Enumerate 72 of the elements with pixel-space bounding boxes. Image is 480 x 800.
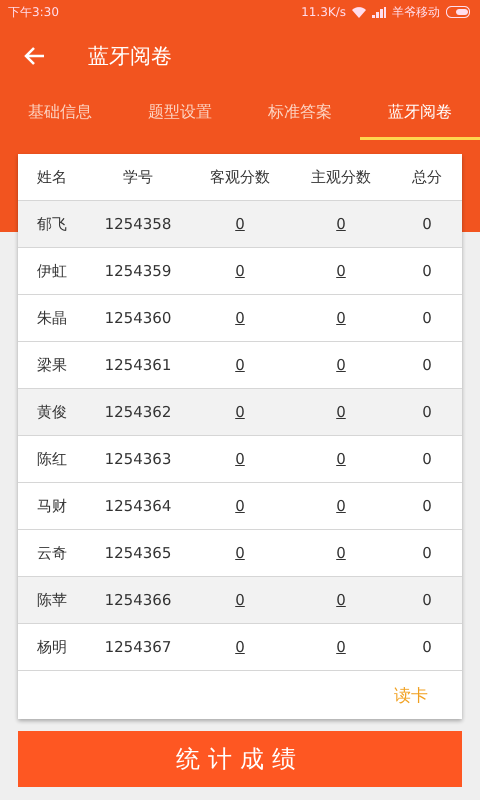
column-header: 客观分数	[209, 168, 271, 186]
total-score: 0	[421, 403, 433, 421]
student-id: 1254366	[104, 591, 172, 609]
subjective-score-link[interactable]: 0	[336, 262, 346, 280]
student-row[interactable]: 陈苹 1254366 0 0 0	[18, 577, 462, 624]
subjective-score-link[interactable]: 0	[336, 450, 346, 468]
subjective-score-link[interactable]: 0	[336, 309, 346, 327]
total-score: 0	[421, 497, 433, 515]
student-name: 朱晶	[36, 308, 68, 328]
student-name: 陈苹	[36, 590, 68, 610]
student-row[interactable]: 伊虹 1254359 0 0 0	[18, 248, 462, 295]
subjective-score-link[interactable]: 0	[336, 638, 346, 656]
objective-score-link[interactable]: 0	[235, 262, 245, 280]
student-name: 陈红	[36, 450, 68, 468]
total-score: 0	[421, 591, 433, 609]
student-id: 1254367	[104, 638, 172, 656]
student-id: 1254361	[104, 356, 172, 374]
objective-score-link[interactable]: 0	[235, 403, 245, 421]
column-header: 姓名	[36, 168, 68, 186]
battery-icon	[446, 6, 472, 18]
total-score: 0	[421, 356, 433, 374]
objective-score-link[interactable]: 0	[235, 638, 245, 656]
column-header: 主观分数	[310, 168, 372, 186]
student-id: 1254358	[104, 215, 172, 233]
page-title: 蓝牙阅卷	[88, 43, 172, 70]
carrier-name: 羊爷移动	[392, 4, 440, 20]
student-id: 1254360	[104, 309, 172, 327]
student-name: 云奇	[36, 544, 68, 562]
network-speed: 11.3K/s	[301, 5, 346, 19]
total-score: 0	[421, 638, 433, 656]
objective-score-link[interactable]: 0	[235, 497, 245, 515]
student-name: 黄俊	[36, 402, 68, 422]
student-name: 郁飞	[36, 214, 68, 234]
subjective-score-link[interactable]: 0	[336, 497, 346, 515]
subjective-score-link[interactable]: 0	[336, 356, 346, 374]
student-row[interactable]: 朱晶 1254360 0 0 0	[18, 295, 462, 342]
total-score: 0	[421, 262, 433, 280]
objective-score-link[interactable]: 0	[235, 356, 245, 374]
student-row[interactable]: 云奇 1254365 0 0 0	[18, 530, 462, 577]
student-row[interactable]: 马财 1254364 0 0 0	[18, 483, 462, 530]
student-name: 梁果	[36, 356, 68, 374]
status-time: 下午3:30	[8, 4, 59, 20]
total-score: 0	[421, 544, 433, 562]
objective-score-link[interactable]: 0	[235, 215, 245, 233]
total-score: 0	[421, 309, 433, 327]
student-name: 伊虹	[36, 262, 68, 280]
total-score: 0	[421, 215, 433, 233]
student-row[interactable]: 梁果 1254361 0 0 0	[18, 342, 462, 389]
student-id: 1254365	[104, 544, 172, 562]
subjective-score-link[interactable]: 0	[336, 403, 346, 421]
student-id: 1254364	[104, 497, 172, 515]
column-header: 学号	[122, 168, 154, 186]
signal-icon	[372, 6, 386, 18]
objective-score-link[interactable]: 0	[235, 591, 245, 609]
objective-score-link[interactable]: 0	[235, 544, 245, 562]
student-row[interactable]: 杨明 1254367 0 0 0	[18, 624, 462, 671]
student-row[interactable]: 郁飞 1254358 0 0 0	[18, 201, 462, 248]
student-name: 杨明	[36, 638, 68, 656]
student-id: 1254363	[104, 450, 172, 468]
objective-score-link[interactable]: 0	[235, 309, 245, 327]
column-header: 总分	[411, 168, 443, 186]
subjective-score-link[interactable]: 0	[336, 544, 346, 562]
student-row[interactable]: 黄俊 1254362 0 0 0	[18, 389, 462, 436]
student-name: 马财	[36, 496, 68, 516]
student-row[interactable]: 陈红 1254363 0 0 0	[18, 436, 462, 483]
student-id: 1254362	[104, 403, 172, 421]
total-score: 0	[421, 450, 433, 468]
objective-score-link[interactable]: 0	[235, 450, 245, 468]
subjective-score-link[interactable]: 0	[336, 591, 346, 609]
wifi-icon	[352, 6, 366, 18]
subjective-score-link[interactable]: 0	[336, 215, 346, 233]
student-id: 1254359	[104, 262, 172, 280]
